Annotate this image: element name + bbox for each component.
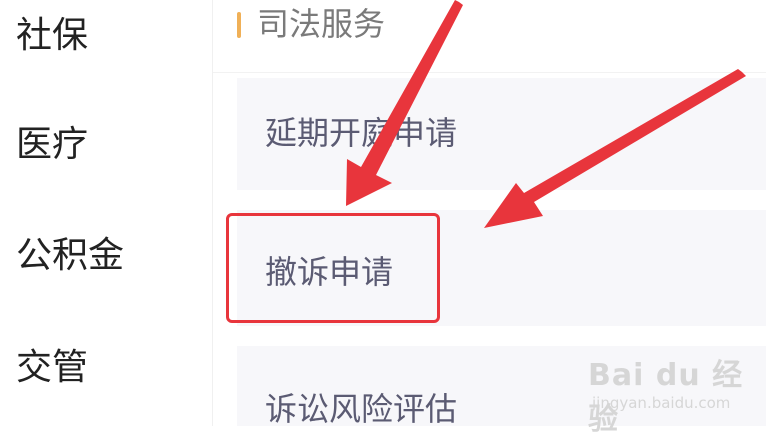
category-sidebar: 社保 医疗 公积金 交管 (0, 0, 213, 426)
service-label: 延期开庭申请 (265, 114, 458, 152)
nav-item-housing-fund[interactable]: 公积金 (16, 238, 124, 274)
nav-item-medical[interactable]: 医疗 (16, 127, 88, 163)
nav-item-social-security[interactable]: 社保 (16, 18, 88, 54)
service-item-postpone-hearing[interactable]: 延期开庭申请 (237, 78, 766, 190)
service-label: 诉讼风险评估 (265, 390, 458, 428)
nav-item-traffic[interactable]: 交管 (16, 350, 88, 386)
section-header: 司法服务 (213, 0, 766, 73)
watermark-url: jingyan.baidu.com (592, 394, 731, 412)
section-accent-bar (237, 12, 241, 38)
section-title: 司法服务 (257, 5, 386, 43)
highlight-box (226, 213, 440, 323)
watermark: Bai du 经验 jingyan.baidu.com (588, 338, 758, 437)
